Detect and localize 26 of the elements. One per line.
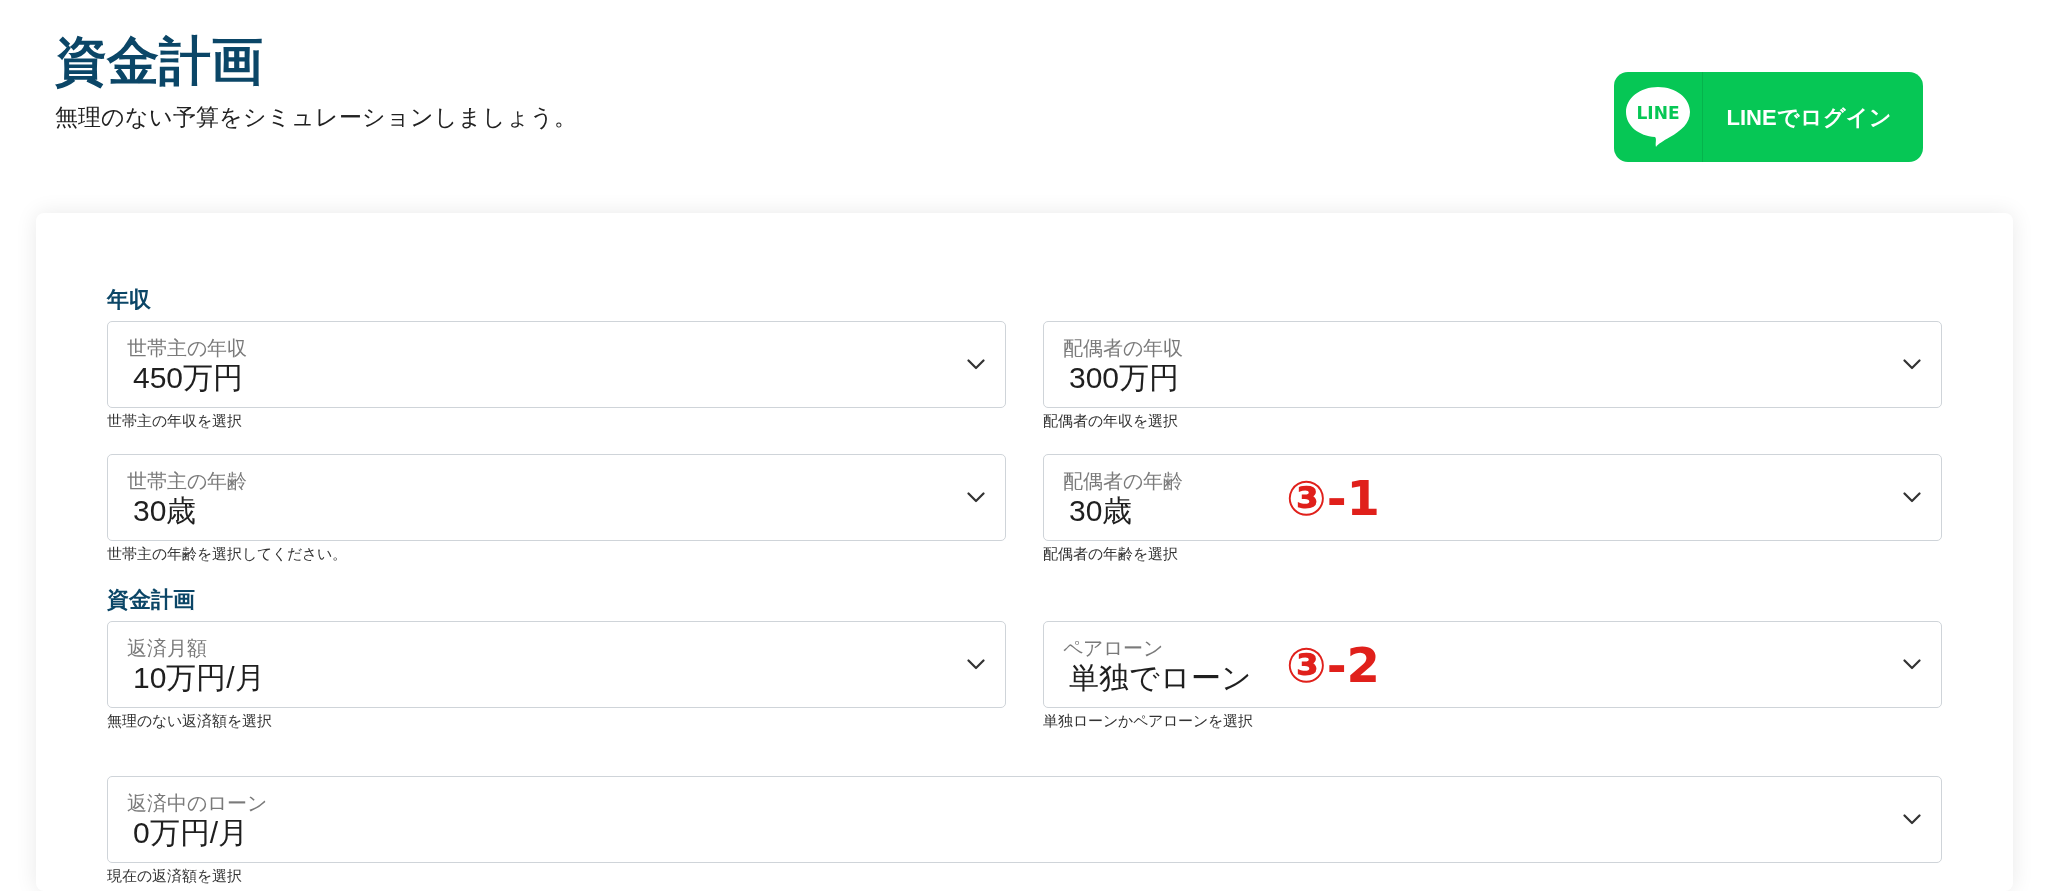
section-heading: 年収 <box>107 286 151 314</box>
helper-text: 無理のない返済額を選択 <box>107 712 272 730</box>
chevron-down-icon <box>1903 359 1921 370</box>
speech-bubble-logo: LINE <box>1625 85 1691 149</box>
page-title: 資金計画 <box>55 31 263 91</box>
select-field[interactable]: 返済月額 10万円/月 <box>107 621 1006 708</box>
chevron-down-icon <box>967 492 985 503</box>
annotation-label: ③-2 <box>1286 637 1380 692</box>
helper-text: 世帯主の年齢を選択してください。 <box>107 545 347 563</box>
helper-text: 配偶者の年齢を選択 <box>1043 545 1178 563</box>
chevron-down-icon <box>967 659 985 670</box>
helper-text: 単独ローンかペアローンを選択 <box>1043 712 1253 730</box>
page-subtitle: 無理のない予算をシミュレーションしましょう。 <box>55 103 577 131</box>
section-heading: 資金計画 <box>107 586 195 614</box>
chevron-down-icon <box>1903 492 1921 503</box>
annotation-label: ③-1 <box>1286 470 1380 525</box>
select-field[interactable]: 返済中のローン 0万円/月 <box>107 776 1942 863</box>
helper-text: 世帯主の年収を選択 <box>107 412 242 430</box>
helper-text: 現在の返済額を選択 <box>107 867 242 885</box>
chevron-down-icon <box>1903 659 1921 670</box>
select-field[interactable]: 配偶者の年収 300万円 <box>1043 321 1942 408</box>
select-field[interactable]: 世帯主の年齢 30歳 <box>107 454 1006 541</box>
chevron-down-icon <box>1903 814 1921 825</box>
select-field[interactable]: 世帯主の年収 450万円 <box>107 321 1006 408</box>
helper-text: 配偶者の年収を選択 <box>1043 412 1178 430</box>
chevron-down-icon <box>967 359 985 370</box>
